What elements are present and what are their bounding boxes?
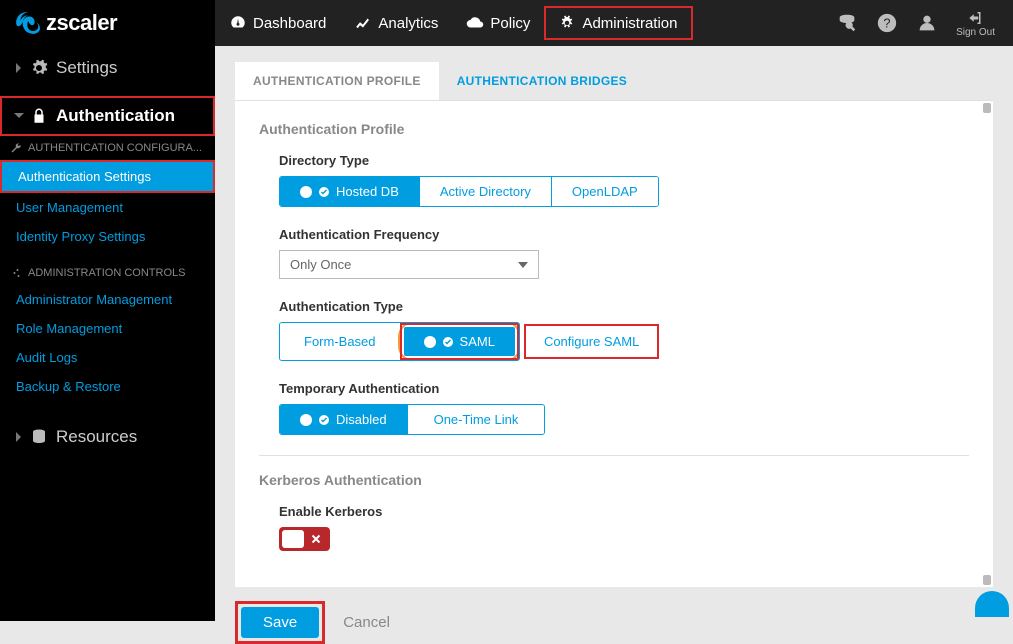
- seg-auth-type: Form-Based SAML: [279, 322, 520, 361]
- sidebar-link-user-management[interactable]: User Management: [0, 193, 215, 222]
- sidebar-link-role-management[interactable]: Role Management: [0, 314, 215, 343]
- section-title-kerberos: Kerberos Authentication: [259, 472, 969, 488]
- sidebar-cat-resources[interactable]: Resources: [0, 415, 215, 459]
- sidebar-link-backup-restore[interactable]: Backup & Restore: [0, 372, 215, 401]
- sidebar-subhead-auth-config: AUTHENTICATION CONFIGURA...: [0, 136, 215, 160]
- sidebar-link-identity-proxy[interactable]: Identity Proxy Settings: [0, 222, 215, 251]
- check-circle-icon: [318, 414, 330, 426]
- wrench-icon: [10, 142, 22, 154]
- field-directory-type: Directory Type Hosted DB Active Director…: [259, 153, 969, 207]
- nav-administration-highlight: Administration: [544, 6, 693, 40]
- tab-authentication-bridges[interactable]: AUTHENTICATION BRIDGES: [439, 62, 645, 100]
- help-icon[interactable]: ?: [876, 12, 898, 34]
- app-header: zscaler Dashboard Analytics Policy Admin…: [0, 0, 1013, 46]
- seg-option-form-based[interactable]: Form-Based: [280, 323, 400, 360]
- link-configure-saml[interactable]: Configure SAML: [544, 334, 639, 349]
- nav-analytics[interactable]: Analytics: [340, 0, 452, 46]
- select-auth-frequency[interactable]: Only Once: [279, 250, 539, 279]
- sidebar-cat-settings[interactable]: Settings: [0, 46, 215, 90]
- close-icon: [310, 533, 322, 545]
- configure-saml-highlight: Configure SAML: [524, 324, 659, 359]
- top-nav: Dashboard Analytics Policy Administratio…: [215, 0, 693, 46]
- scroll-arrow-up-icon[interactable]: [983, 103, 991, 113]
- field-auth-type: Authentication Type Form-Based SAML: [259, 299, 969, 361]
- label-enable-kerberos: Enable Kerberos: [279, 504, 969, 519]
- label-auth-frequency: Authentication Frequency: [279, 227, 969, 242]
- field-auth-frequency: Authentication Frequency Only Once: [259, 227, 969, 279]
- chevron-right-icon: [14, 63, 24, 73]
- signout-icon: [967, 9, 985, 27]
- nav-administration[interactable]: Administration: [548, 14, 687, 32]
- tab-authentication-profile[interactable]: AUTHENTICATION PROFILE: [235, 62, 439, 100]
- user-icon[interactable]: [916, 12, 938, 34]
- label-temp-auth: Temporary Authentication: [279, 381, 969, 396]
- brand-name: zscaler: [46, 10, 117, 36]
- chevron-right-icon: [14, 432, 24, 442]
- sidebar-link-admin-management[interactable]: Administrator Management: [0, 285, 215, 314]
- nav-dashboard[interactable]: Dashboard: [215, 0, 340, 46]
- panel-scrollbar[interactable]: [981, 101, 993, 587]
- seg-option-saml-red-highlight: SAML: [400, 323, 519, 360]
- check-circle-icon: [318, 186, 330, 198]
- seg-temp-auth: Disabled One-Time Link: [279, 404, 545, 435]
- sidebar-link-audit-logs[interactable]: Audit Logs: [0, 343, 215, 372]
- seg-option-openldap[interactable]: OpenLDAP: [551, 177, 658, 206]
- seg-option-saml[interactable]: SAML: [404, 327, 515, 356]
- seg-option-saml-orange-highlight: SAML: [398, 322, 520, 361]
- section-title-auth-profile: Authentication Profile: [259, 121, 969, 137]
- divider: [259, 455, 969, 456]
- label-auth-type: Authentication Type: [279, 299, 969, 314]
- database-icon: [30, 428, 48, 446]
- field-enable-kerberos: Enable Kerberos: [259, 504, 969, 551]
- toggle-enable-kerberos[interactable]: [279, 527, 330, 551]
- sidebar-cat-authentication-highlight: Authentication: [0, 96, 215, 136]
- seg-option-disabled[interactable]: Disabled: [280, 405, 407, 434]
- sliders-icon: [10, 267, 22, 279]
- header-right: ? Sign Out: [836, 0, 1013, 46]
- brand-logo: zscaler: [0, 0, 215, 46]
- signout-button[interactable]: Sign Out: [956, 9, 995, 38]
- content-area: AUTHENTICATION PROFILE AUTHENTICATION BR…: [215, 46, 1013, 621]
- nav-policy[interactable]: Policy: [452, 0, 544, 46]
- svg-text:?: ?: [884, 16, 891, 31]
- sidebar-cat-authentication[interactable]: Authentication: [2, 98, 213, 134]
- auth-profile-panel: Authentication Profile Directory Type Ho…: [235, 100, 993, 587]
- select-auth-frequency-value: Only Once: [290, 257, 351, 272]
- field-temp-auth: Temporary Authentication Disabled One-Ti…: [259, 381, 969, 435]
- lock-icon: [30, 107, 48, 125]
- seg-option-active-directory[interactable]: Active Directory: [419, 177, 551, 206]
- save-button-highlight: Save: [235, 601, 325, 644]
- zscaler-swirl-icon: [14, 10, 40, 36]
- cloud-icon: [466, 14, 484, 32]
- sidebar: Settings Authentication AUTHENTICATION C…: [0, 46, 215, 621]
- gear-icon: [30, 59, 48, 77]
- dropdown-caret-icon: [518, 262, 528, 268]
- save-button[interactable]: Save: [241, 607, 319, 638]
- sidebar-link-auth-settings[interactable]: Authentication Settings: [2, 162, 213, 191]
- sidebar-subhead-admin-controls: ADMINISTRATION CONTROLS: [0, 261, 215, 285]
- toggle-knob: [282, 530, 304, 548]
- footer-actions: Save Cancel: [235, 601, 993, 644]
- gauge-icon: [229, 14, 247, 32]
- activation-icon[interactable]: [836, 12, 858, 34]
- gears-icon: [558, 14, 576, 32]
- chart-line-icon: [354, 14, 372, 32]
- seg-directory-type: Hosted DB Active Directory OpenLDAP: [279, 176, 659, 207]
- content-tabs: AUTHENTICATION PROFILE AUTHENTICATION BR…: [235, 62, 993, 100]
- seg-option-hosted-db[interactable]: Hosted DB: [280, 177, 419, 206]
- cancel-button[interactable]: Cancel: [343, 614, 390, 631]
- scroll-arrow-down-icon[interactable]: [983, 575, 991, 585]
- chevron-down-icon: [14, 111, 24, 121]
- check-circle-icon: [442, 336, 454, 348]
- label-directory-type: Directory Type: [279, 153, 969, 168]
- floating-help-button[interactable]: [975, 591, 1009, 617]
- sidebar-link-auth-settings-highlight: Authentication Settings: [0, 160, 215, 193]
- seg-option-onetime-link[interactable]: One-Time Link: [407, 405, 545, 434]
